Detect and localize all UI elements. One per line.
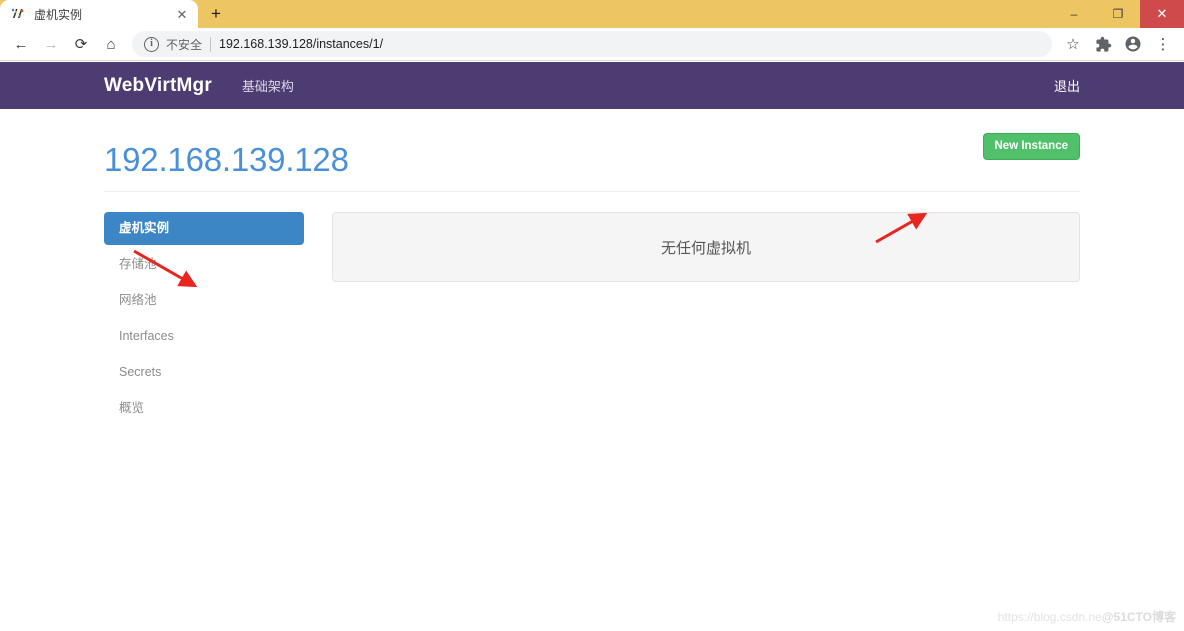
main-content: 无任何虚拟机 xyxy=(304,212,1080,428)
reload-button-icon[interactable]: ⟳ xyxy=(66,29,96,59)
app-brand[interactable]: WebVirtMgr xyxy=(104,75,212,97)
sidebar-nav: 虚机实例 存储池 网络池 Interfaces Secrets 概览 xyxy=(104,212,304,428)
forward-button-icon[interactable]: → xyxy=(36,29,66,59)
toolbar-icon-group: ☆ ⋮ xyxy=(1058,29,1178,59)
app-navbar: WebVirtMgr 基础架构 退出 xyxy=(0,62,1184,109)
account-circle-icon[interactable] xyxy=(1118,29,1148,59)
close-window-button[interactable]: ✕ xyxy=(1140,0,1184,28)
omnibox-separator xyxy=(210,36,212,52)
empty-state-panel: 无任何虚拟机 xyxy=(332,212,1080,282)
header-divider xyxy=(104,191,1080,192)
new-instance-button[interactable]: New Instance xyxy=(982,133,1080,160)
security-status-label: 不安全 xyxy=(166,37,203,52)
watermark-brand: @51CTO博客 xyxy=(1101,610,1176,624)
sidebar-item-secrets[interactable]: Secrets xyxy=(104,356,304,389)
page-viewport: WebVirtMgr 基础架构 退出 192.168.139.128 New I… xyxy=(0,62,1184,631)
bookmark-star-icon[interactable]: ☆ xyxy=(1058,29,1088,59)
tab-title: 虚机实例 xyxy=(34,7,83,22)
sidebar-item-instances[interactable]: 虚机实例 xyxy=(104,212,304,245)
security-info-icon[interactable]: i xyxy=(144,36,159,52)
sidebar-item-storage-pools[interactable]: 存储池 xyxy=(104,248,304,281)
navbar-item-logout[interactable]: 退出 xyxy=(1054,79,1080,94)
new-tab-button[interactable]: + xyxy=(202,0,230,28)
sidebar-item-overview[interactable]: 概览 xyxy=(104,392,304,425)
watermark-url: https://blog.csdn.ne xyxy=(997,610,1102,624)
tab-strip: 虚机实例 ✕ + – ❐ ✕ xyxy=(0,0,1184,28)
browser-tab[interactable]: 虚机实例 ✕ xyxy=(0,0,198,28)
address-bar[interactable]: i 不安全 192.168.139.128/instances/1/ xyxy=(132,31,1052,57)
page-header-row: 192.168.139.128 New Instance xyxy=(104,109,1080,179)
address-bar-url: 192.168.139.128/instances/1/ xyxy=(219,37,384,51)
app-favicon-icon xyxy=(10,6,26,22)
sidebar-item-network-pools[interactable]: 网络池 xyxy=(104,284,304,317)
tab-close-icon[interactable]: ✕ xyxy=(174,6,190,22)
puzzle-piece-icon[interactable] xyxy=(1088,29,1118,59)
watermark: https://blog.csdn.ne@51CTO博客 xyxy=(998,608,1176,625)
browser-window: 虚机实例 ✕ + – ❐ ✕ ← → ⟳ ⌂ i 不安全 192.168.139… xyxy=(0,0,1184,631)
window-controls: – ❐ ✕ xyxy=(1052,0,1184,28)
browser-toolbar: ← → ⟳ ⌂ i 不安全 192.168.139.128/instances/… xyxy=(0,28,1184,61)
page-container: 192.168.139.128 New Instance 虚机实例 存储池 网络… xyxy=(89,109,1095,428)
page-title: 192.168.139.128 xyxy=(104,141,349,178)
page-body: 虚机实例 存储池 网络池 Interfaces Secrets 概览 无任何虚拟… xyxy=(104,212,1080,428)
home-button-icon[interactable]: ⌂ xyxy=(96,29,126,59)
minimize-button[interactable]: – xyxy=(1052,0,1096,28)
sidebar-item-interfaces[interactable]: Interfaces xyxy=(104,320,304,353)
back-button-icon[interactable]: ← xyxy=(6,29,36,59)
navbar-inner: WebVirtMgr 基础架构 退出 xyxy=(89,62,1095,109)
empty-state-message: 无任何虚拟机 xyxy=(660,239,751,257)
browser-menu-icon[interactable]: ⋮ xyxy=(1148,29,1178,59)
navbar-right-group: 退出 xyxy=(1054,76,1080,96)
navbar-item-infrastructure[interactable]: 基础架构 xyxy=(242,76,294,95)
maximize-button[interactable]: ❐ xyxy=(1096,0,1140,28)
